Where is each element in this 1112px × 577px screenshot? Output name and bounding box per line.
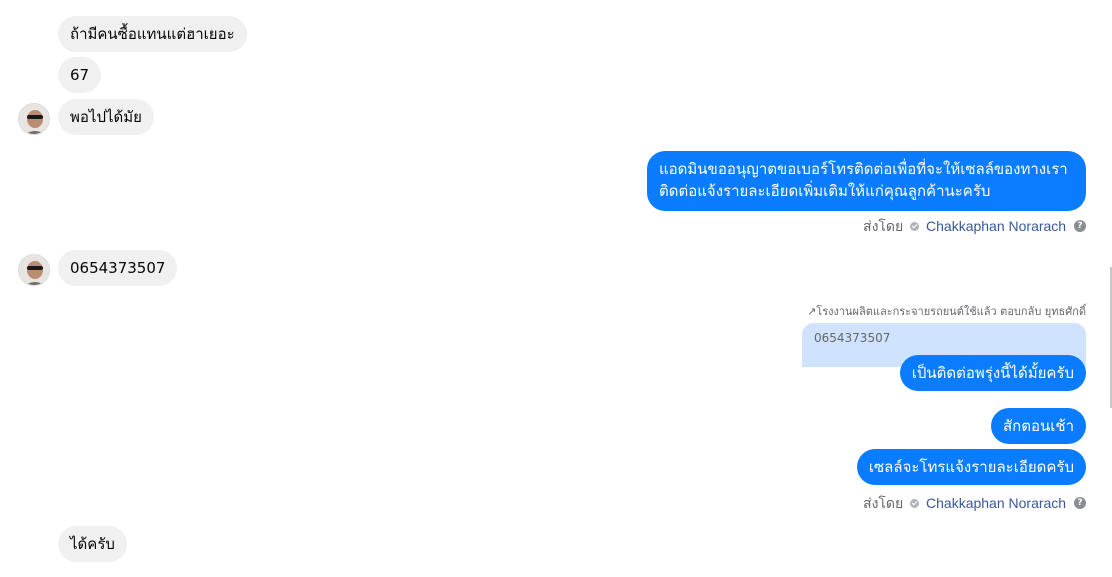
incoming-message[interactable]: 0654373507 — [58, 250, 178, 286]
user-avatar-icon — [19, 104, 49, 134]
outgoing-message[interactable]: แอดมินขออนุญาตขอเบอร์โทรติดต่อเพื่อที่จะ… — [647, 151, 1086, 211]
message-text: ถ้ามีคนซื้อแทนแต่ฮาเยอะ — [70, 25, 235, 43]
sent-by-info: ส่งโดย Chakkaphan Norarach ? — [863, 493, 1086, 515]
sent-by-label: ส่งโดย — [863, 218, 904, 234]
avatar[interactable] — [18, 254, 50, 286]
outgoing-message[interactable]: เซลล์จะโทรแจ้งรายละเอียดครับ — [856, 449, 1086, 485]
sent-by-label: ส่งโดย — [863, 495, 904, 511]
verified-check-icon — [910, 498, 920, 508]
message-text: ได้ครับ — [70, 535, 115, 553]
reply-header: ↗โรงงานผลิตและกระจายรถยนต์ใช้แล้ว ตอบกลั… — [807, 305, 1086, 318]
sender-name[interactable]: Chakkaphan Norarach — [926, 218, 1066, 234]
message-text: สักตอนเช้า — [1003, 417, 1074, 435]
message-text: เซลล์จะโทรแจ้งรายละเอียดครับ — [868, 458, 1074, 476]
sent-by-info: ส่งโดย Chakkaphan Norarach ? — [863, 216, 1086, 238]
user-avatar-icon — [19, 255, 49, 285]
incoming-message[interactable]: ได้ครับ — [58, 526, 127, 562]
incoming-message[interactable]: พอไปได้มัย — [58, 99, 154, 135]
incoming-message[interactable]: 67 — [58, 57, 102, 93]
message-text: พอไปได้มัย — [70, 108, 142, 126]
quoted-text: 0654373507 — [814, 331, 891, 345]
outgoing-message[interactable]: เป็นติดต่อพรุ่งนี้ได้มั้ยครับ — [899, 355, 1086, 391]
help-icon[interactable]: ? — [1074, 497, 1086, 510]
avatar[interactable] — [18, 103, 50, 135]
sender-name[interactable]: Chakkaphan Norarach — [926, 495, 1066, 511]
message-text: 0654373507 — [70, 259, 166, 277]
outgoing-message[interactable]: สักตอนเช้า — [991, 408, 1086, 444]
message-text: เป็นติดต่อพรุ่งนี้ได้มั้ยครับ — [911, 364, 1074, 382]
message-text: แอดมินขออนุญาตขอเบอร์โทรติดต่อเพื่อที่จะ… — [659, 160, 1068, 200]
help-icon[interactable]: ? — [1074, 220, 1086, 233]
verified-check-icon — [910, 221, 920, 231]
incoming-message[interactable]: ถ้ามีคนซื้อแทนแต่ฮาเยอะ — [58, 16, 247, 52]
message-text: 67 — [70, 66, 90, 84]
